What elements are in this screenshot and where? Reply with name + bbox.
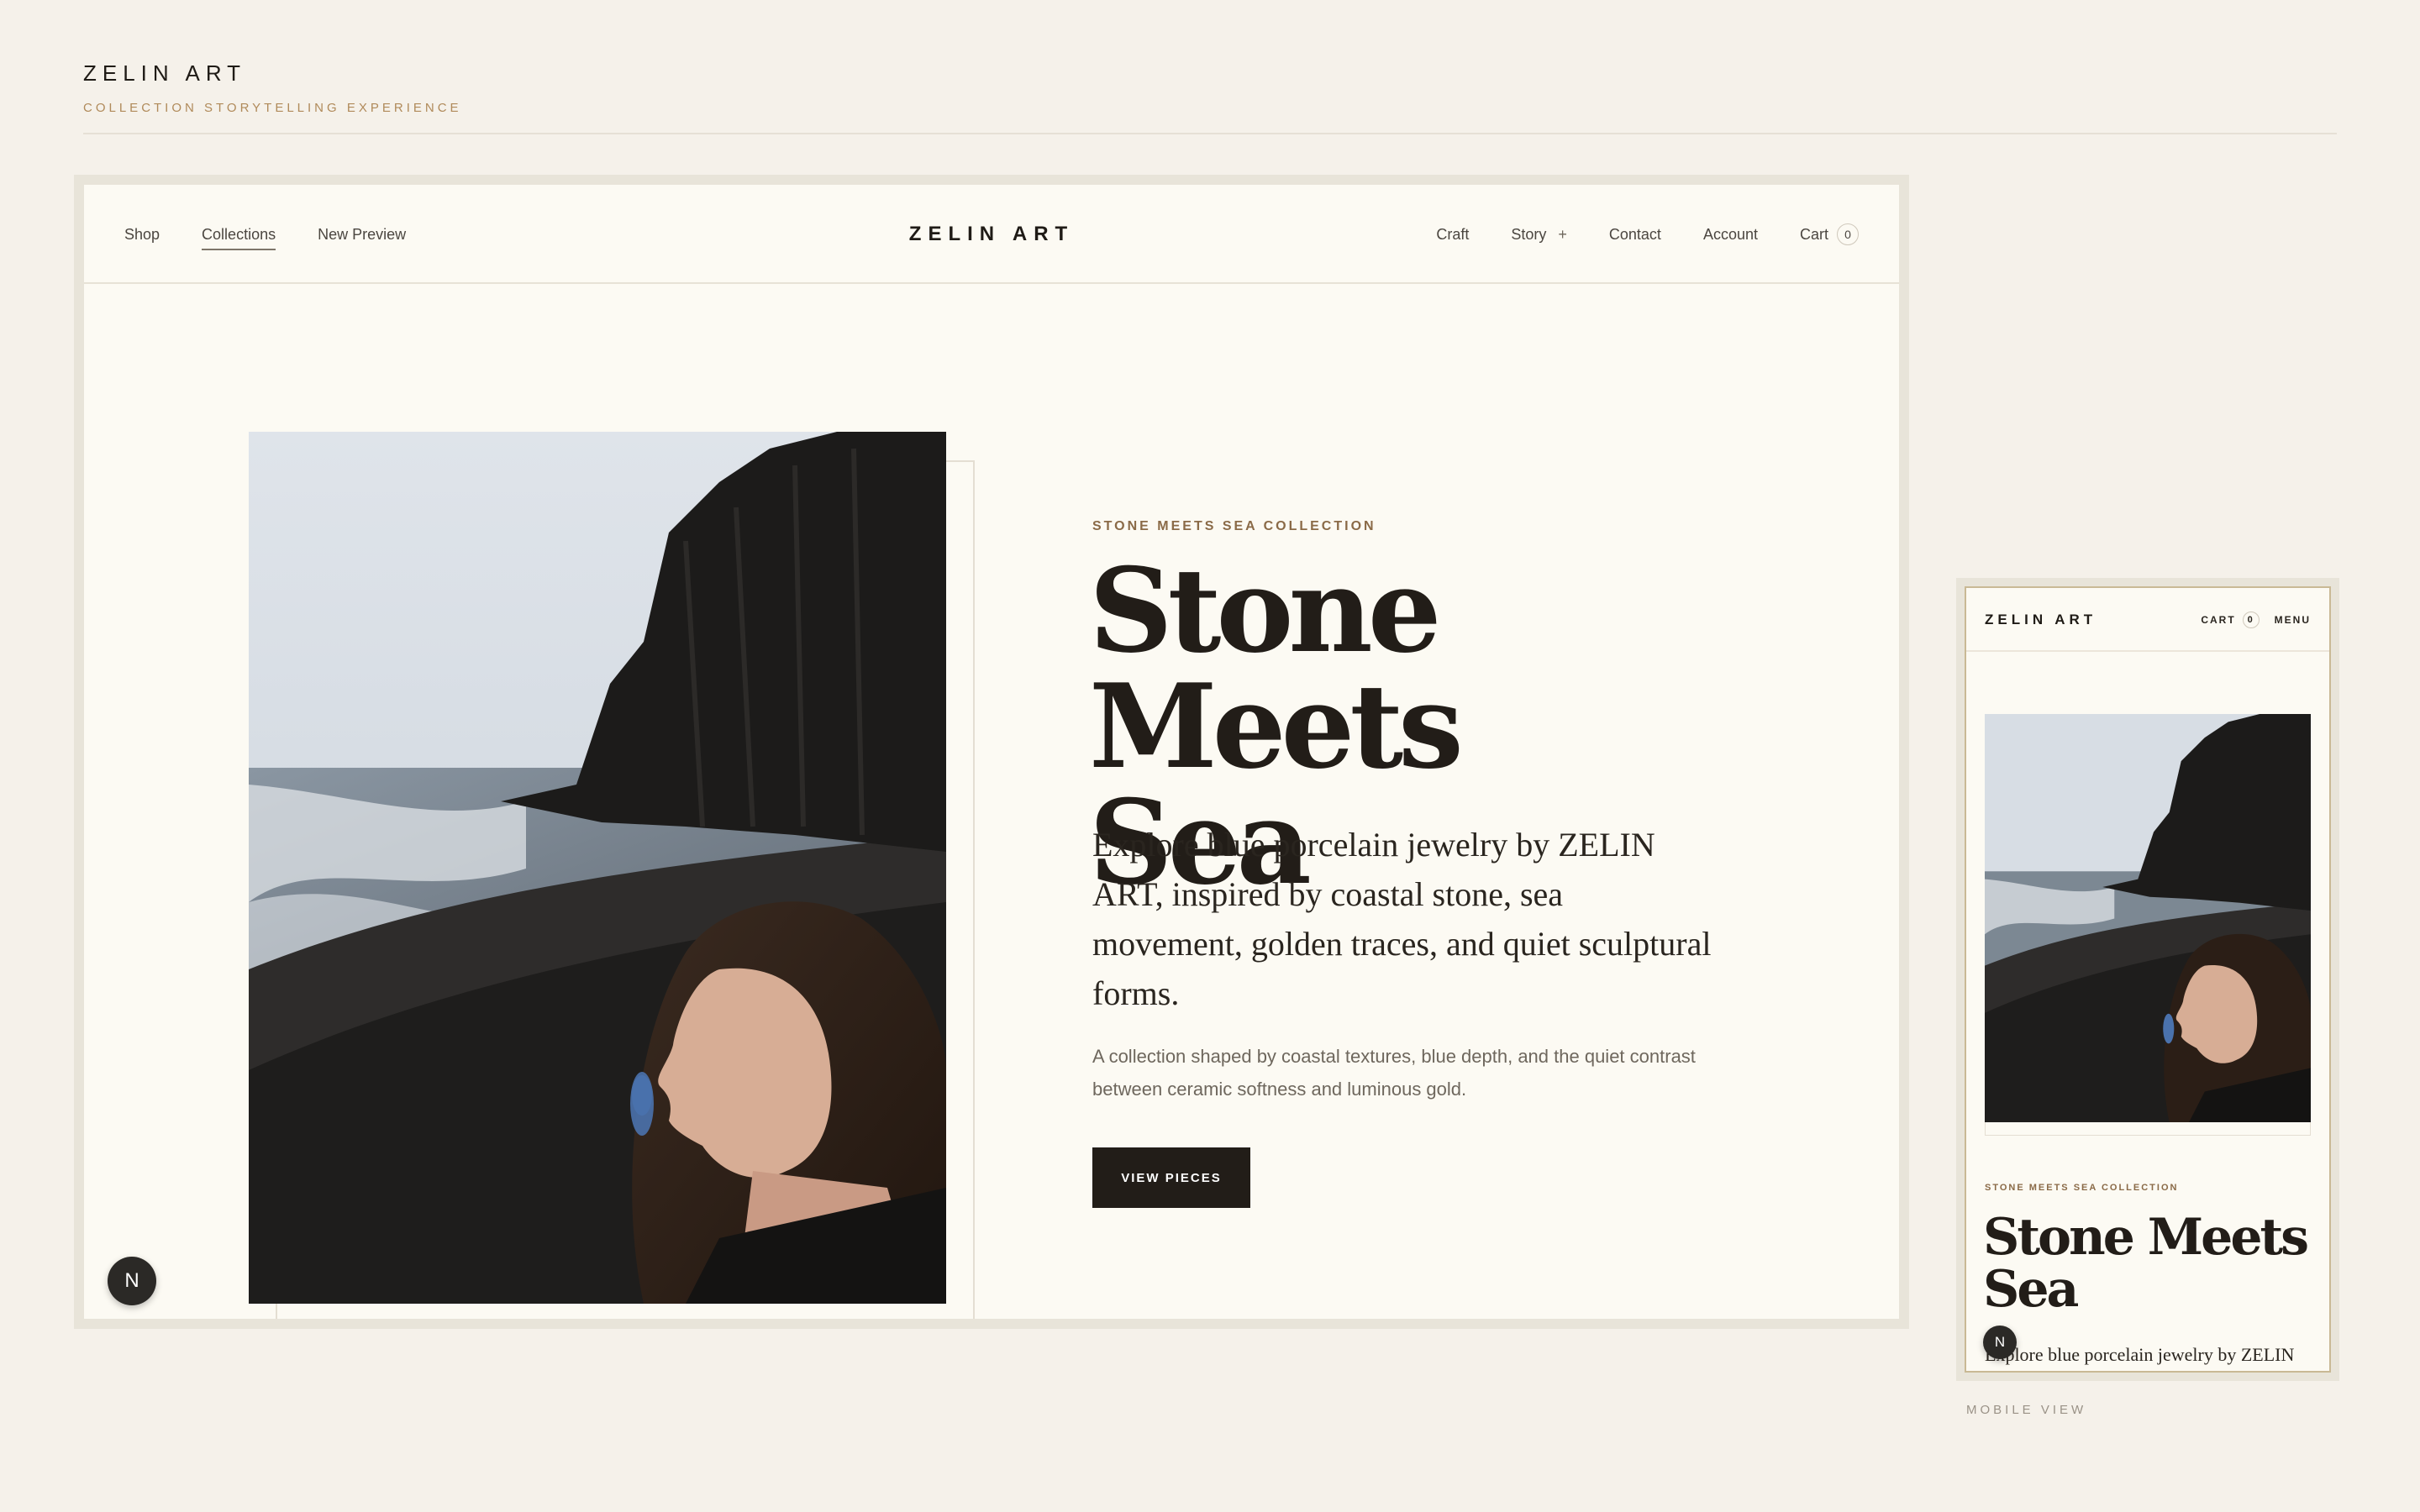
mobile-cart-count: 0	[2242, 612, 2260, 628]
mobile-view-label: MOBILE VIEW	[1966, 1403, 2087, 1417]
mobile-preview: ZELIN ART CART 0 MENU STONE MEETS SEA CO…	[1965, 586, 2331, 1373]
nav-story-label: Story	[1511, 225, 1547, 243]
mobile-brand[interactable]: ZELIN ART	[1985, 612, 2096, 628]
mobile-nav: ZELIN ART CART 0 MENU	[1966, 588, 2329, 652]
n-badge-icon[interactable]: N	[108, 1257, 156, 1305]
plus-icon: +	[1558, 225, 1567, 243]
hero-photo-illustration	[249, 432, 946, 1304]
nav-right: Craft Story + Contact Account Cart 0	[1436, 185, 1859, 284]
desktop-preview-frame: Shop Collections New Preview ZELIN ART C…	[74, 175, 1909, 1329]
mobile-nav-right: CART 0 MENU	[2201, 588, 2311, 652]
hero-title-line-1: Stone Meets	[1089, 542, 1464, 795]
mobile-n-badge-icon[interactable]: N	[1983, 1326, 2017, 1359]
mobile-hero-lead: Explore blue porcelain jewelry by ZELIN …	[1985, 1344, 2295, 1365]
nav-shop[interactable]: Shop	[124, 226, 160, 244]
nav-story[interactable]: Story +	[1511, 226, 1567, 244]
mobile-title-line-1: Stone Meets	[1983, 1208, 2309, 1267]
nav-account[interactable]: Account	[1703, 226, 1758, 244]
nav-cart[interactable]: Cart 0	[1800, 223, 1859, 245]
nav-left: Shop Collections New Preview	[124, 185, 406, 284]
mobile-kicker: STONE MEETS SEA COLLECTION	[1985, 1183, 2179, 1193]
mobile-preview-frame: ZELIN ART CART 0 MENU STONE MEETS SEA CO…	[1956, 578, 2339, 1381]
hero-kicker: STONE MEETS SEA COLLECTION	[1092, 519, 1376, 533]
nav-brand[interactable]: ZELIN ART	[909, 223, 1074, 246]
desktop-nav: Shop Collections New Preview ZELIN ART C…	[84, 185, 1899, 284]
mobile-menu-button[interactable]: MENU	[2275, 614, 2311, 626]
mobile-hero-title: Stone Meets Sea	[1983, 1211, 2319, 1315]
page-header: ZELIN ART COLLECTION STORYTELLING EXPERI…	[83, 54, 2337, 134]
page-subtitle: COLLECTION STORYTELLING EXPERIENCE	[83, 101, 462, 115]
page-brand: ZELIN ART	[83, 60, 247, 86]
hero-lead: Explore blue porcelain jewelry by ZELIN …	[1092, 826, 1712, 1012]
desktop-preview: Shop Collections New Preview ZELIN ART C…	[84, 185, 1899, 1319]
mobile-cart-label: CART	[2201, 614, 2236, 626]
mobile-cart[interactable]: CART 0	[2201, 612, 2260, 628]
nav-cart-label: Cart	[1799, 225, 1828, 243]
nav-collections[interactable]: Collections	[202, 226, 276, 250]
nav-contact[interactable]: Contact	[1609, 226, 1661, 244]
hero-photo	[249, 432, 946, 1304]
cart-count-badge: 0	[1837, 223, 1859, 245]
view-pieces-button[interactable]: VIEW PIECES	[1092, 1147, 1250, 1208]
mobile-photo-illustration	[1985, 714, 2311, 1122]
nav-craft[interactable]: Craft	[1436, 226, 1469, 244]
mobile-hero-photo	[1985, 714, 2311, 1122]
nav-new-preview[interactable]: New Preview	[318, 226, 406, 244]
hero-description: A collection shaped by coastal textures,…	[1092, 1046, 1696, 1100]
mobile-title-line-2: Sea	[1983, 1260, 2079, 1319]
